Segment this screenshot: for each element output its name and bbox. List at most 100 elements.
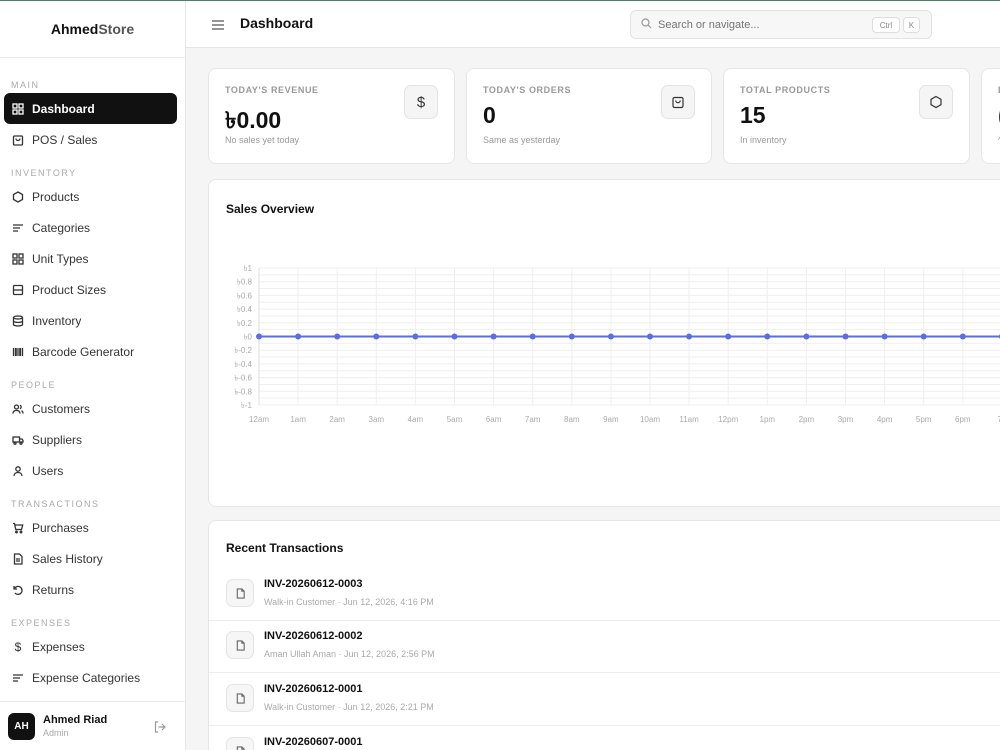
transaction-row[interactable]: INV-20260612-0002 Aman Ullah Aman · Jun … (209, 621, 1000, 673)
data-point (725, 333, 732, 340)
y-tick-label: ৳0.8 (237, 278, 253, 287)
data-point (803, 333, 810, 340)
sidebar-item-product-sizes[interactable]: Product Sizes (4, 274, 177, 305)
sidebar-item-barcode[interactable]: Barcode Generator (4, 336, 177, 367)
x-tick-label: 10am (640, 415, 660, 424)
transaction-meta: Walk-in Customer · Jun 12, 2026, 2:21 PM (264, 702, 434, 712)
sidebar-item-expenses[interactable]: $ Expenses (4, 631, 177, 662)
sidebar-item-categories[interactable]: Categories (4, 212, 177, 243)
sidebar-item-pos[interactable]: POS / Sales (4, 124, 177, 155)
avatar: AH (8, 712, 35, 740)
stat-card-partial: L ( ^ (981, 68, 1000, 164)
y-tick-label: ৳0.4 (237, 305, 253, 314)
data-point (529, 333, 536, 340)
data-point (686, 333, 693, 340)
page-title: Dashboard (240, 15, 314, 31)
sidebar-item-inventory[interactable]: Inventory (4, 305, 177, 336)
stat-subtext: Same as yesterday (483, 135, 561, 145)
sidebar-item-label: Categories (32, 220, 91, 235)
sidebar-item-products[interactable]: Products (4, 181, 177, 212)
lines-icon (12, 222, 24, 234)
search-input[interactable] (658, 18, 858, 31)
box-icon (919, 85, 953, 119)
cart-icon (12, 522, 24, 534)
sidebar-item-unit-types[interactable]: Unit Types (4, 243, 177, 274)
transaction-id: INV-20260612-0001 (264, 683, 363, 695)
data-point (451, 333, 458, 340)
document-icon (226, 684, 254, 712)
logout-icon[interactable] (153, 720, 167, 734)
x-tick-label: 4am (408, 415, 424, 424)
section-expenses: EXPENSES (11, 618, 72, 628)
x-tick-label: 6pm (955, 415, 971, 424)
stat-value: 15 (740, 102, 766, 128)
transaction-row[interactable]: INV-20260607-0001 (209, 727, 1000, 750)
dollar-icon: $ (14, 639, 22, 654)
barcode-icon (12, 346, 24, 358)
y-tick-label: ৳0.2 (237, 319, 253, 328)
search-icon (641, 16, 652, 34)
lines-icon (12, 672, 24, 684)
sales-chart: ৳1 ৳0.8 ৳0.6 ৳0.4 ৳0.2 ৳0 ৳-0.2 ৳-0.4 ৳-0.6 ৳-0.8… (234, 264, 1000, 424)
brand-logo[interactable]: Ahmed Store (0, 1, 185, 58)
section-main: MAIN (11, 80, 40, 90)
data-point (607, 333, 614, 340)
sidebar-item-dashboard[interactable]: Dashboard (4, 93, 177, 124)
stat-label: TOTAL PRODUCTS (740, 85, 831, 95)
users-icon (12, 403, 24, 415)
data-point (568, 333, 575, 340)
y-tick-label: ৳0 (244, 333, 253, 342)
x-tick-label: 5pm (916, 415, 932, 424)
sidebar-item-customers[interactable]: Customers (4, 393, 177, 424)
x-tick-label: 11am (679, 415, 699, 424)
database-icon (12, 314, 24, 327)
section-people: PEOPLE (11, 380, 57, 390)
transaction-id: INV-20260607-0001 (264, 736, 363, 748)
shortcut-key-ctrl: Ctrl (872, 17, 900, 33)
shortcut-key-k: K (903, 17, 920, 33)
sidebar-item-expense-categories[interactable]: Expense Categories (4, 662, 177, 693)
x-tick-label: 12pm (718, 415, 738, 424)
top-header: Dashboard Ctrl K (186, 1, 1000, 48)
data-point (373, 333, 380, 340)
menu-icon[interactable] (212, 18, 224, 30)
sidebar: Ahmed Store MAIN Dashboard POS / Sales IN… (0, 1, 186, 750)
user-icon (12, 465, 24, 477)
data-point (881, 333, 888, 340)
sidebar-item-label: Barcode Generator (32, 344, 135, 359)
y-tick-label: ৳1 (244, 264, 253, 273)
document-icon (226, 737, 254, 750)
data-point (920, 333, 927, 340)
transaction-row[interactable]: INV-20260612-0003 Walk-in Customer · Jun… (209, 569, 1000, 621)
stat-card-orders: TODAY'S ORDERS 0 Same as yesterday (466, 68, 712, 164)
x-tick-label: 1pm (760, 415, 776, 424)
search-bar[interactable]: Ctrl K (630, 10, 932, 39)
sidebar-item-returns[interactable]: Returns (4, 574, 177, 605)
y-tick-label: ৳-0.8 (234, 387, 252, 396)
x-tick-label: 5am (447, 415, 463, 424)
x-tick-label: 1am (290, 415, 306, 424)
data-point (647, 333, 653, 340)
transaction-id: INV-20260612-0003 (264, 578, 363, 590)
y-tick-label: ৳-0.2 (234, 346, 252, 355)
sidebar-item-suppliers[interactable]: Suppliers (4, 424, 177, 455)
data-point (256, 333, 262, 340)
x-tick-label: 2pm (799, 415, 815, 424)
recent-transactions-card: Recent Transactions INV-20260612-0003 Wa… (208, 520, 1000, 750)
y-tick-label: ৳-0.4 (234, 360, 252, 369)
sidebar-item-label: Unit Types (32, 251, 89, 266)
transaction-row[interactable]: INV-20260612-0001 Walk-in Customer · Jun… (209, 674, 1000, 726)
data-point (490, 333, 497, 340)
bag-icon (661, 85, 695, 119)
stat-label: TODAY'S ORDERS (483, 85, 572, 95)
x-tick-label: 7am (525, 415, 541, 424)
sidebar-item-users[interactable]: Users (4, 455, 177, 486)
document-icon (226, 579, 254, 607)
sidebar-item-label: Product Sizes (32, 282, 107, 297)
truck-icon (12, 434, 24, 446)
sidebar-item-sales-history[interactable]: Sales History (4, 543, 177, 574)
sales-overview-card: Sales Overview ৳1 ৳0.8 ৳0.6 ৳0.4 ৳0.2 ৳0 ৳-0.2… (208, 179, 1000, 507)
sidebar-item-label: Sales History (32, 551, 103, 566)
user-profile[interactable]: AH Ahmed Riad Admin (0, 701, 185, 750)
sidebar-item-purchases[interactable]: Purchases (4, 512, 177, 543)
